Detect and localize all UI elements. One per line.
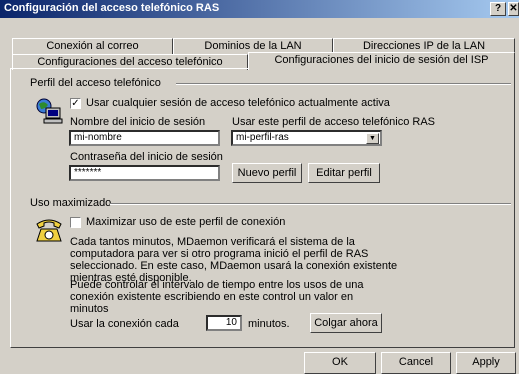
tab-config-inicio-sesion-isp[interactable]: Configuraciones del inicio de sesión del… <box>248 52 515 70</box>
profile-group-divider <box>176 83 511 85</box>
use-any-session-checkbox[interactable]: ✓ <box>70 98 81 109</box>
apply-button[interactable]: Apply <box>456 352 516 374</box>
use-profile-label: Usar este perfil de acceso telefónico RA… <box>232 116 435 128</box>
maximize-description: Cada tantos minutos, MDaemon verificará … <box>70 236 398 284</box>
tab-conexion-correo[interactable]: Conexión al correo <box>12 38 173 54</box>
profile-select[interactable]: mi-perfil-ras ▼ <box>231 130 382 146</box>
new-profile-button[interactable]: Nuevo perfil <box>232 163 302 183</box>
dialup-icon <box>34 96 64 126</box>
maximize-group-label: Uso maximizado <box>30 197 112 209</box>
login-name-label: Nombre del inicio de sesión <box>70 116 206 128</box>
chevron-down-icon[interactable]: ▼ <box>366 133 379 144</box>
cancel-button[interactable]: Cancel <box>381 352 451 374</box>
minutes-field[interactable]: 10 <box>206 315 242 331</box>
use-every-label: Usar la conexión cada <box>70 318 179 330</box>
minutes-label: minutos. <box>248 318 290 330</box>
ok-button[interactable]: OK <box>304 352 376 374</box>
profile-select-value: mi-perfil-ras <box>236 132 289 143</box>
use-any-session-label: Usar cualquier sesión de acceso telefóni… <box>86 97 390 109</box>
help-button[interactable]: ? <box>490 2 506 16</box>
profile-group-label: Perfil del acceso telefónico <box>30 77 161 89</box>
telephone-icon <box>34 216 64 244</box>
interval-description: Puede controlar el intervalo de tiempo e… <box>70 279 364 315</box>
title-bar: Configuración del acceso telefónico RAS … <box>0 0 519 18</box>
maximize-group-divider <box>110 203 511 205</box>
password-label: Contraseña del inicio de sesión <box>70 151 223 163</box>
hang-up-button[interactable]: Colgar ahora <box>310 313 382 333</box>
maximize-checkbox-label: Maximizar uso de este perfil de conexión <box>86 216 286 228</box>
edit-profile-button[interactable]: Editar perfil <box>308 163 380 183</box>
close-button[interactable]: ✕ <box>508 2 519 16</box>
window-title: Configuración del acceso telefónico RAS <box>4 2 220 14</box>
maximize-checkbox[interactable] <box>70 217 81 228</box>
login-name-field[interactable]: mi-nombre <box>69 130 220 146</box>
password-field[interactable]: ******* <box>69 165 220 181</box>
